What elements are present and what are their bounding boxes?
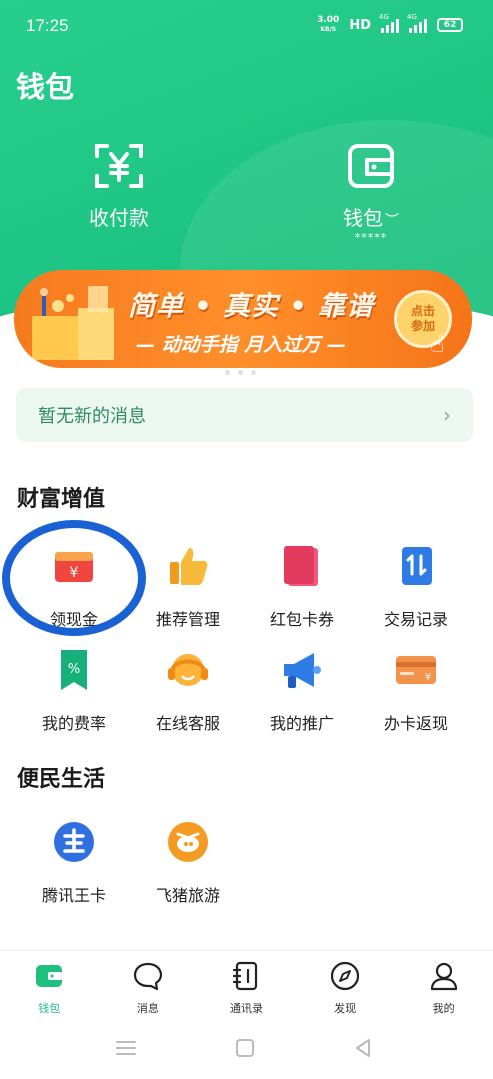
wallet-icon	[348, 144, 394, 188]
network-speed-unit: KB/S	[320, 26, 337, 33]
battery-icon: 62	[437, 18, 463, 32]
status-bar: 17:25 3.00 KB/S HD 4G 4G 62	[0, 0, 493, 52]
tab-wallet[interactable]: 钱包	[0, 951, 99, 1016]
grid-item-label: 办卡返现	[383, 714, 448, 733]
grid-item-label: 飞猪旅游	[155, 886, 220, 905]
wallet-icon	[36, 965, 63, 987]
tab-profile[interactable]: 我的	[394, 951, 493, 1016]
wallet-button[interactable]: 钱包 ︶ *****	[296, 140, 446, 244]
pointing-hand-icon: ☝	[430, 330, 445, 358]
tab-label: 发现	[334, 1002, 357, 1015]
banner-illustration	[32, 286, 114, 360]
banner-subtitle: — 动动手指 月入过万 —	[136, 334, 346, 356]
profile-icon	[430, 962, 457, 991]
wallet-label: 钱包	[343, 206, 383, 230]
system-nav-bar	[0, 1018, 493, 1079]
grid-item-label: 在线客服	[155, 714, 220, 733]
grid-item-label: 我的费率	[41, 714, 106, 733]
scan-yuan-icon	[95, 144, 143, 188]
grid-item-support[interactable]: 在线客服	[131, 648, 245, 752]
network-speed: 3.00 KB/S	[317, 16, 339, 34]
grid-item-referral[interactable]: 推荐管理	[131, 544, 245, 648]
status-time: 17:25	[26, 16, 69, 35]
receive-pay-button[interactable]: 收付款	[44, 140, 194, 231]
grid-item-king-card[interactable]: 腾讯王卡	[17, 820, 131, 924]
thumbs-up-icon	[170, 548, 208, 585]
svg-text:¥: ¥	[425, 672, 431, 683]
hd-indicator: HD	[349, 17, 371, 33]
tab-label: 我的	[432, 1002, 455, 1015]
tab-discover[interactable]: 发现	[296, 951, 395, 1016]
life-grid: 腾讯王卡 飞猪旅游	[0, 820, 493, 924]
signal-type: 4G	[407, 13, 417, 21]
grid-item-rate[interactable]: % 我的费率	[17, 648, 131, 752]
tab-label: 通讯录	[229, 1002, 263, 1015]
tab-contacts[interactable]: 通讯录	[197, 951, 296, 1016]
card-cashback-icon: ¥	[396, 656, 436, 684]
grid-item-promotion[interactable]: 我的推广	[245, 648, 359, 752]
tab-label: 消息	[136, 1002, 159, 1015]
headset-icon	[168, 654, 208, 686]
megaphone-icon	[284, 653, 321, 688]
menu-icon[interactable]	[114, 1036, 138, 1060]
section-title-wealth: 财富增值	[17, 487, 106, 512]
svg-text:%: %	[68, 662, 80, 677]
red-packet-icon	[284, 546, 318, 586]
contacts-icon	[233, 961, 258, 991]
banner-title: 简单 • 真实 • 靠谱	[128, 291, 375, 322]
tab-messages[interactable]: 消息	[99, 951, 198, 1016]
home-icon[interactable]	[233, 1036, 257, 1060]
status-icons: 3.00 KB/S HD 4G 4G 62	[317, 13, 463, 34]
banner-pagination	[225, 370, 256, 375]
tencent-king-card-icon	[54, 822, 94, 862]
wallet-label-row: 钱包 ︶	[296, 202, 446, 231]
signal-icon: 4G	[407, 13, 427, 33]
bottom-tab-bar: 钱包 消息 通讯录 发现 我的	[0, 950, 493, 1016]
promo-banner[interactable]: 简单 • 真实 • 靠谱 — 动动手指 月入过万 — 点击 参加 ☝	[14, 270, 472, 368]
receive-pay-label: 收付款	[89, 206, 149, 230]
grid-item-card-cashback[interactable]: ¥ 办卡返现	[359, 648, 473, 752]
grid-item-label: 交易记录	[383, 610, 448, 629]
page-title: 钱包	[16, 70, 75, 104]
chevron-right-icon: ›	[443, 403, 451, 427]
fliggy-travel-icon	[168, 822, 208, 862]
eye-closed-icon[interactable]: ︶	[385, 213, 399, 229]
signal-icon: 4G	[379, 13, 399, 33]
grid-item-label: 我的推广	[269, 714, 334, 733]
grid-item-coupons[interactable]: 红包卡券	[245, 544, 359, 648]
grid-item-label: 推荐管理	[155, 610, 220, 629]
notice-text: 暂无新的消息	[38, 406, 146, 427]
wallet-balance: *****	[354, 231, 388, 244]
grid-item-label: 红包卡券	[269, 610, 334, 629]
tab-label: 钱包	[38, 1002, 61, 1015]
signal-type: 4G	[379, 13, 389, 21]
section-title-life: 便民生活	[17, 767, 106, 792]
back-icon[interactable]	[351, 1036, 375, 1060]
rate-bookmark-icon: %	[61, 650, 87, 690]
grid-item-fliggy[interactable]: 飞猪旅游	[131, 820, 245, 924]
message-notice[interactable]: 暂无新的消息 ›	[16, 388, 473, 442]
message-icon	[133, 962, 162, 991]
banner-button-line1: 点击	[410, 304, 435, 318]
grid-item-transactions[interactable]: 交易记录	[359, 544, 473, 648]
compass-icon	[330, 961, 360, 991]
grid-item-label: 腾讯王卡	[41, 886, 106, 905]
annotation-circle	[2, 520, 146, 636]
network-speed-value: 3.00	[317, 15, 340, 25]
transaction-record-icon	[402, 547, 432, 585]
